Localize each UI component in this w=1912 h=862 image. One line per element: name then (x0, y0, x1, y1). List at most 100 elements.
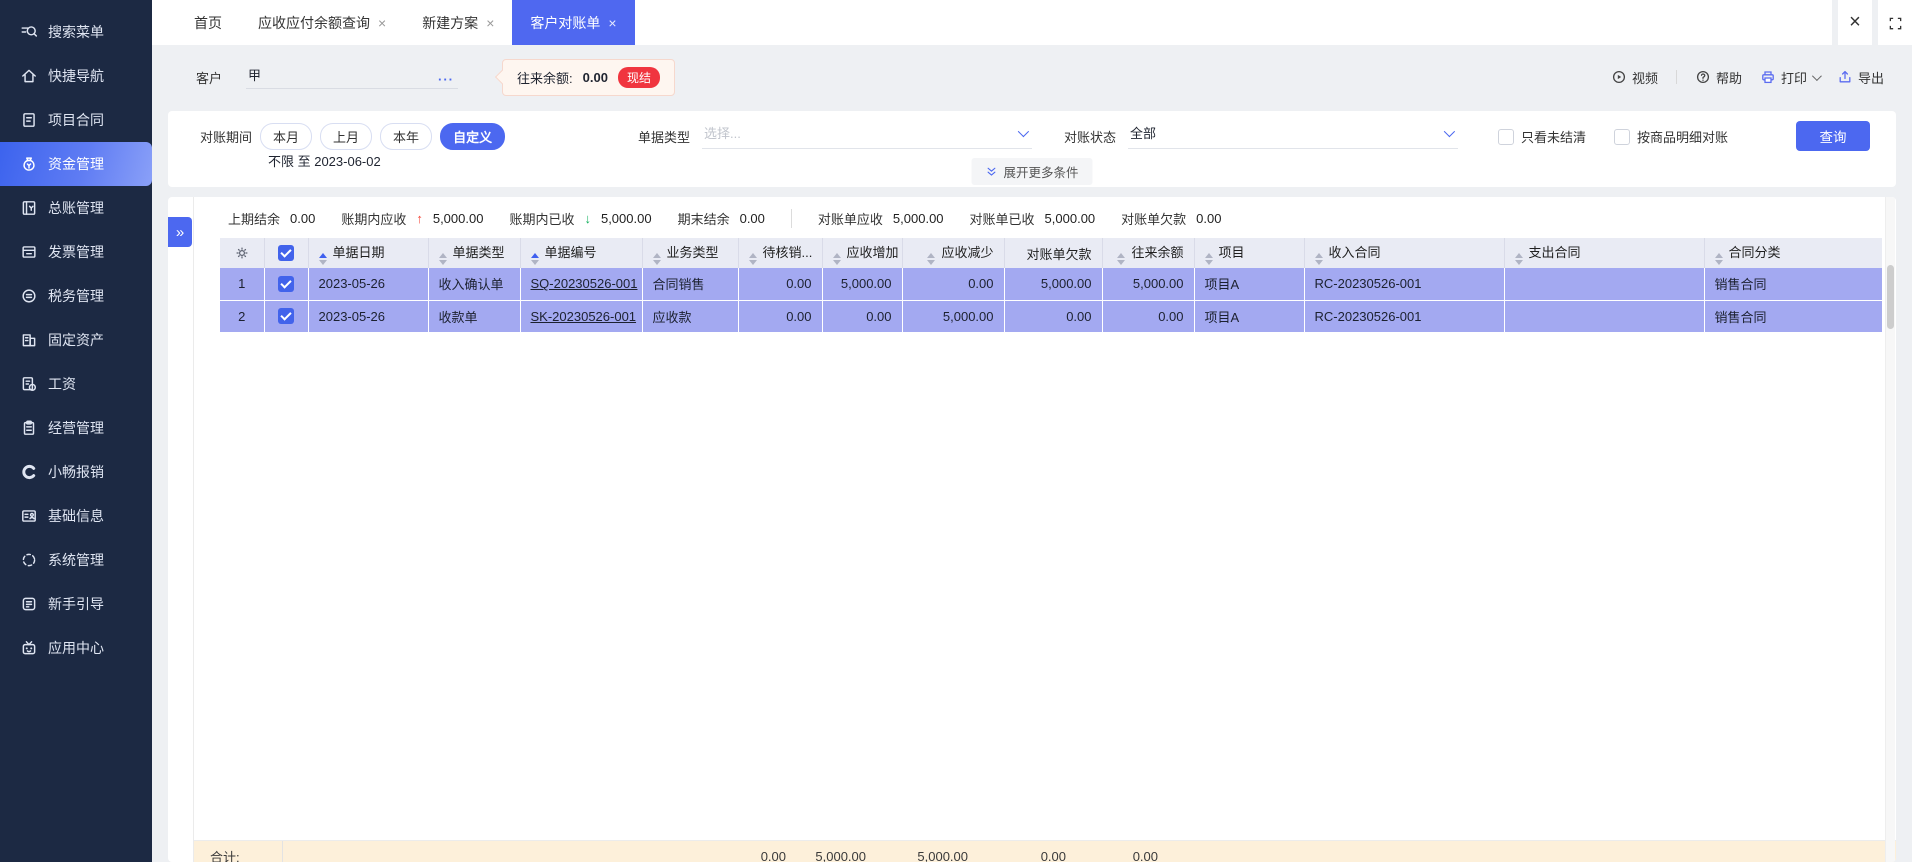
sort-icon[interactable] (1714, 252, 1723, 265)
column-header-pending[interactable]: 待核销... (738, 238, 823, 268)
sort-icon[interactable] (652, 252, 661, 265)
sort-icon[interactable] (748, 252, 757, 265)
column-settings-header[interactable] (220, 238, 265, 268)
cell-expense_contract (1504, 300, 1705, 333)
query-button[interactable]: 查询 (1796, 121, 1870, 151)
status-select[interactable]: 全部 (1128, 123, 1459, 149)
total-balance: 0.00 (1076, 841, 1168, 862)
sidebar-item-app-center[interactable]: 应用中心 (0, 626, 152, 670)
doc-number-link[interactable]: SK-20230526-001 (531, 309, 637, 324)
stat-value: 5,000.00 (892, 211, 944, 226)
column-header-doc_no[interactable]: 单据编号 (520, 238, 643, 268)
column-header-contract_category[interactable]: 合同分类 (1704, 238, 1882, 268)
sort-icon[interactable] (438, 252, 447, 265)
sidebar-item-label: 税务管理 (48, 288, 104, 304)
column-header-balance[interactable]: 往来余额 (1102, 238, 1195, 268)
cell-statement_debt: 5,000.00 (1004, 268, 1103, 301)
column-header-biz_type[interactable]: 业务类型 (642, 238, 739, 268)
sidebar-item-funds[interactable]: 资金管理 (0, 142, 152, 186)
sidebar: 搜索菜单 快捷导航 项目合同 资金管理 总账管理 发票管理 税务管理 固定资产 … (0, 0, 152, 862)
column-header-ar_decrease[interactable]: 应收减少 (902, 238, 1005, 268)
video-button[interactable]: 视频 (1611, 68, 1658, 87)
period-range-value[interactable]: 不限 至 2023-06-02 (268, 151, 381, 170)
sort-icon[interactable] (1314, 252, 1323, 265)
customer-picker-field[interactable]: 甲 ··· (246, 65, 459, 89)
tab-label: 新建方案 (422, 14, 479, 31)
customer-value: 甲 (248, 68, 262, 83)
tab-新建方案[interactable]: 新建方案 × (404, 0, 512, 45)
tab-客户对账单[interactable]: 客户对账单 × (512, 0, 635, 45)
column-header-expense_contract[interactable]: 支出合同 (1504, 238, 1705, 268)
sidebar-item-fixed-assets[interactable]: 固定资产 (0, 318, 152, 362)
table-header-row: 单据日期 单据类型 单据编号 业务类型 待核销... 应收增加 应收减少 对账单欠款 往来余额项… (220, 238, 1882, 268)
by-product-detail-checkbox[interactable]: 按商品明细对账 (1614, 127, 1728, 146)
scrollbar-thumb[interactable] (1887, 265, 1894, 329)
help-button[interactable]: 帮助 (1695, 68, 1742, 87)
expand-more-button[interactable]: 展开更多条件 (971, 158, 1093, 185)
sort-icon[interactable] (832, 252, 841, 265)
sort-icon[interactable] (1117, 252, 1126, 265)
sidebar-item-label: 系统管理 (48, 552, 104, 568)
period-option-自定义[interactable]: 自定义 (440, 123, 506, 150)
tab-bar: 首页 应收应付余额查询 × 新建方案 × 客户对账单 × × (152, 0, 1912, 45)
stat-value: 0.00 (290, 211, 316, 226)
sidebar-item-invoice[interactable]: 发票管理 (0, 230, 152, 274)
sidebar-item-tax[interactable]: 税务管理 (0, 274, 152, 318)
tab-close-icon[interactable]: × (486, 15, 494, 31)
column-header-date[interactable]: 单据日期 (308, 238, 429, 268)
period-options: 本月 上月 本年 自定义 (252, 123, 506, 150)
sort-icon[interactable] (1514, 252, 1523, 265)
sidebar-item-system[interactable]: 系统管理 (0, 538, 152, 582)
sort-icon[interactable] (530, 252, 539, 265)
doc-number-link[interactable]: SQ-20230526-001 (531, 276, 638, 291)
select-all-header (264, 238, 309, 268)
row-checkbox[interactable] (278, 276, 294, 293)
doc-type-select[interactable]: 选择... (702, 123, 1033, 149)
column-header-ar_increase[interactable]: 应收增加 (822, 238, 903, 268)
period-option-上月[interactable]: 上月 (320, 123, 373, 150)
cash-settle-badge: 现结 (617, 66, 660, 88)
sidebar-item-label: 新手引导 (48, 596, 104, 612)
tab-应收应付余额查询[interactable]: 应收应付余额查询 × (240, 0, 404, 45)
column-header-doc_type[interactable]: 单据类型 (428, 238, 521, 268)
tab-close-icon[interactable]: × (378, 15, 386, 31)
vertical-scrollbar[interactable] (1885, 197, 1895, 862)
table-row[interactable]: 1 2023-05-26 收入确认单 SQ-20230526-001 合同销售 0.00 5… (220, 268, 1882, 301)
sidebar-item-contract[interactable]: 项目合同 (0, 98, 152, 142)
select-all-checkbox[interactable] (278, 245, 294, 262)
print-button[interactable]: 打印 (1760, 68, 1822, 87)
column-header-income_contract[interactable]: 收入合同 (1304, 238, 1505, 268)
period-option-本年[interactable]: 本年 (380, 123, 433, 150)
tab-首页[interactable]: 首页 (176, 0, 240, 45)
contract-icon (23, 113, 35, 127)
double-chevron-down-icon (985, 165, 997, 179)
export-button[interactable]: 导出 (1837, 68, 1884, 87)
ellipsis-picker-icon[interactable]: ··· (438, 73, 454, 86)
chevron-down-icon (1811, 70, 1822, 81)
sidebar-item-operations[interactable]: 经营管理 (0, 406, 152, 450)
period-option-本月[interactable]: 本月 (260, 123, 313, 150)
row-checkbox[interactable] (278, 308, 294, 325)
sidebar-item-ledger[interactable]: 总账管理 (0, 186, 152, 230)
sidebar-item-home[interactable]: 快捷导航 (0, 54, 152, 98)
close-window-button[interactable]: × (1832, 0, 1872, 45)
column-header-project[interactable]: 项目 (1194, 238, 1305, 268)
tab-close-icon[interactable]: × (608, 15, 616, 31)
system-icon (22, 553, 36, 567)
expand-sidebar-panel-button[interactable]: » (168, 217, 192, 247)
sidebar-item-base-info[interactable]: 基础信息 (0, 494, 152, 538)
sidebar-item-search[interactable]: 搜索菜单 (0, 10, 152, 54)
total-biz_type (616, 841, 712, 862)
sidebar-item-salary[interactable]: 工资 (0, 362, 152, 406)
summary-stat: 期末结余 0.00 (678, 209, 765, 228)
table-row[interactable]: 2 2023-05-26 收款单 SK-20230526-001 应收款 0.00 0.00… (220, 300, 1882, 333)
sidebar-item-xiaochang[interactable]: 小畅报销 (0, 450, 152, 494)
fullscreen-button[interactable] (1872, 0, 1912, 45)
column-header-statement_debt[interactable]: 对账单欠款 (1004, 238, 1103, 268)
sort-icon[interactable] (318, 252, 327, 265)
table-main: 上期结余 0.00 账期内应收 ↑ 5,000.00 账期内已收 ↓ 5,000… (194, 197, 1896, 862)
sidebar-item-guide[interactable]: 新手引导 (0, 582, 152, 626)
unsettled-only-checkbox[interactable]: 只看未结清 (1498, 127, 1586, 146)
sort-icon[interactable] (1204, 252, 1213, 265)
sort-icon[interactable] (927, 252, 936, 265)
